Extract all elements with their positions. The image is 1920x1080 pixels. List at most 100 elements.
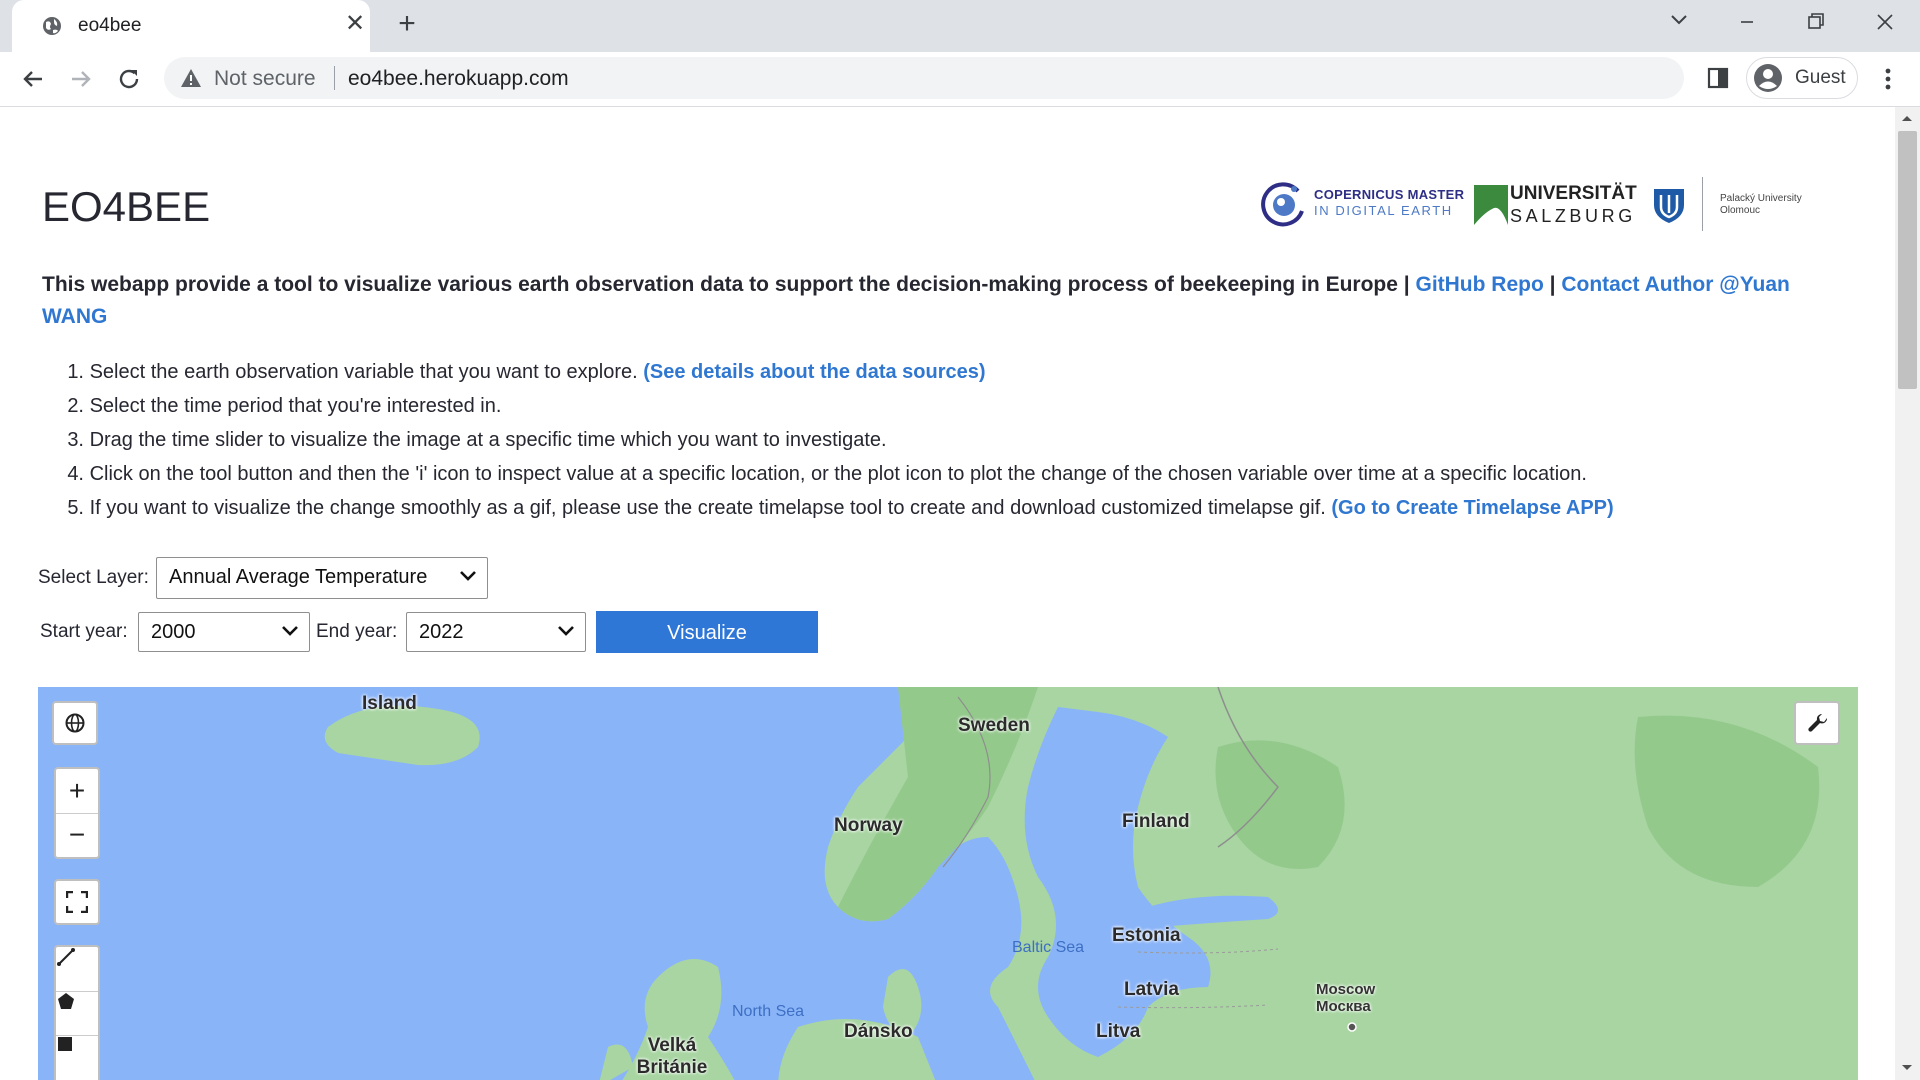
zoom-control: + − [54,767,100,859]
new-tab-icon[interactable]: + [392,9,422,40]
polyline-icon [57,948,75,966]
minimize-icon[interactable] [1712,0,1782,44]
profile-button[interactable]: Guest [1746,57,1858,99]
step-number: 4. [67,463,84,485]
partner-logos: COPERNICUS MASTER IN DIGITAL EARTH UNIVE… [1258,175,1818,235]
map-base-layer [324,687,1858,1080]
map-label-finland: Finland [1122,811,1190,832]
browser-tab-strip: eo4bee ✕ + [0,0,1920,52]
logo-divider [1702,177,1703,231]
scroll-thumb[interactable] [1898,131,1917,389]
map-label-sweden: Sweden [958,715,1030,736]
page-viewport: EO4BEE COPERNICUS MASTER IN DIGITAL EART… [0,107,1895,1080]
data-sources-link[interactable]: (See details about the data sources) [643,361,985,383]
back-arrow-icon[interactable] [18,64,48,94]
step-text: Drag the time slider to visualize the im… [89,429,887,451]
layer-select[interactable]: Annual Average Temperature [156,557,488,599]
restore-icon[interactable] [1780,0,1850,44]
start-year-select[interactable]: 2000 [138,612,310,652]
draw-polygon-button[interactable] [56,991,98,1036]
chevron-down-icon [282,626,298,636]
polygon-icon [58,993,74,1009]
instruction-step: 1. Select the earth observation variable… [42,355,1802,389]
end-year-label: End year: [316,621,398,642]
draw-polyline-button[interactable] [56,947,98,992]
security-status[interactable]: Not secure [214,67,316,91]
page-scrollbar[interactable] [1895,107,1920,1080]
forward-arrow-icon[interactable] [66,64,96,94]
reload-icon[interactable] [114,64,144,94]
step-text: Select the earth observation variable th… [89,361,644,383]
zoom-in-button[interactable]: + [56,769,98,814]
instruction-list: 1. Select the earth observation variable… [42,355,1802,525]
map-label-dansko: Dánsko [844,1021,913,1042]
close-window-icon[interactable] [1850,0,1920,44]
tab-search-icon[interactable] [1644,0,1714,44]
start-year-value: 2000 [151,621,196,643]
salzburg-text: UNIVERSITÄT SALZBURG [1510,183,1637,227]
palacky-line1: Palacký University [1720,193,1802,204]
map-label-baltic-sea: Baltic Sea [1012,939,1085,956]
zoom-out-button[interactable]: − [56,813,98,857]
scroll-up-icon[interactable] [1901,113,1913,123]
browser-toolbar: Not secure eo4bee.herokuapp.com Guest [0,52,1920,107]
tool-button[interactable] [1794,701,1840,745]
instruction-step: 3. Drag the time slider to visualize the… [42,423,1802,457]
map-label-velka-britanie: Velká Británie [636,1035,708,1078]
omnibox-divider [334,66,335,90]
instruction-step: 5. If you want to visualize the change s… [42,491,1802,525]
draw-rectangle-button[interactable] [56,1035,98,1079]
instruction-step: 4. Click on the tool button and then the… [42,457,1802,491]
layer-select-value: Annual Average Temperature [169,566,428,588]
tab-title: eo4bee [78,15,142,36]
chevron-down-icon [558,626,574,636]
profile-name: Guest [1795,67,1846,88]
intro-separator: | [1543,273,1562,296]
end-year-select[interactable]: 2022 [406,612,586,652]
github-repo-link[interactable]: GitHub Repo [1415,273,1543,296]
close-tab-icon[interactable]: ✕ [342,11,368,37]
side-panel-icon[interactable] [1704,64,1732,92]
more-menu-icon[interactable] [1874,64,1902,94]
step-number: 5. [67,497,84,519]
start-year-label: Start year: [40,621,128,642]
create-timelapse-link[interactable]: (Go to Create Timelapse APP) [1331,497,1613,519]
scroll-down-icon[interactable] [1901,1063,1913,1073]
palacky-shield-icon [1654,189,1684,223]
fullscreen-icon [66,891,88,913]
map-label-estonia: Estonia [1112,925,1181,946]
fullscreen-button[interactable] [54,879,100,925]
globe-icon [65,713,85,733]
wrench-icon [1808,713,1828,732]
intro-paragraph: This webapp provide a tool to visualize … [42,269,1802,333]
map-view[interactable]: Island Sweden Norway Finland Estonia Lat… [38,687,1858,1080]
page-title: EO4BEE [42,183,211,230]
visualize-button[interactable]: Visualize [596,611,818,653]
copernicus-master-text: COPERNICUS MASTER IN DIGITAL EARTH [1314,187,1464,219]
map-label-moscow: Moscow Москва [1316,981,1376,1015]
map-label-latvia: Latvia [1124,979,1179,1000]
map-label-island: Island [362,693,417,714]
map-label-litva: Litva [1096,1021,1141,1042]
step-text: Click on the tool button and then the 'i… [89,463,1587,485]
map-label-norway: Norway [834,815,903,836]
salzburg-line1: UNIVERSITÄT [1510,183,1637,204]
step-text: If you want to visualize the change smoo… [89,497,1332,519]
rectangle-icon [58,1037,72,1051]
url-text[interactable]: eo4bee.herokuapp.com [348,67,569,91]
step-number: 3. [67,429,84,451]
end-year-value: 2022 [419,621,464,643]
salzburg-logo-icon [1474,185,1508,225]
step-number: 2. [67,395,84,417]
address-bar[interactable]: Not secure eo4bee.herokuapp.com [164,57,1684,99]
instruction-step: 2. Select the time period that you're in… [42,389,1802,423]
warning-icon[interactable] [180,68,202,88]
step-text: Select the time period that you're inter… [89,395,502,417]
basemap-button[interactable] [52,701,98,745]
chevron-down-icon [460,571,476,581]
palacky-line2: Olomouc [1720,205,1761,216]
avatar-icon [1754,64,1782,92]
browser-tab-active[interactable]: eo4bee ✕ [12,0,370,52]
draw-toolbar [54,945,100,1080]
intro-text: This webapp provide a tool to visualize … [42,273,1416,296]
